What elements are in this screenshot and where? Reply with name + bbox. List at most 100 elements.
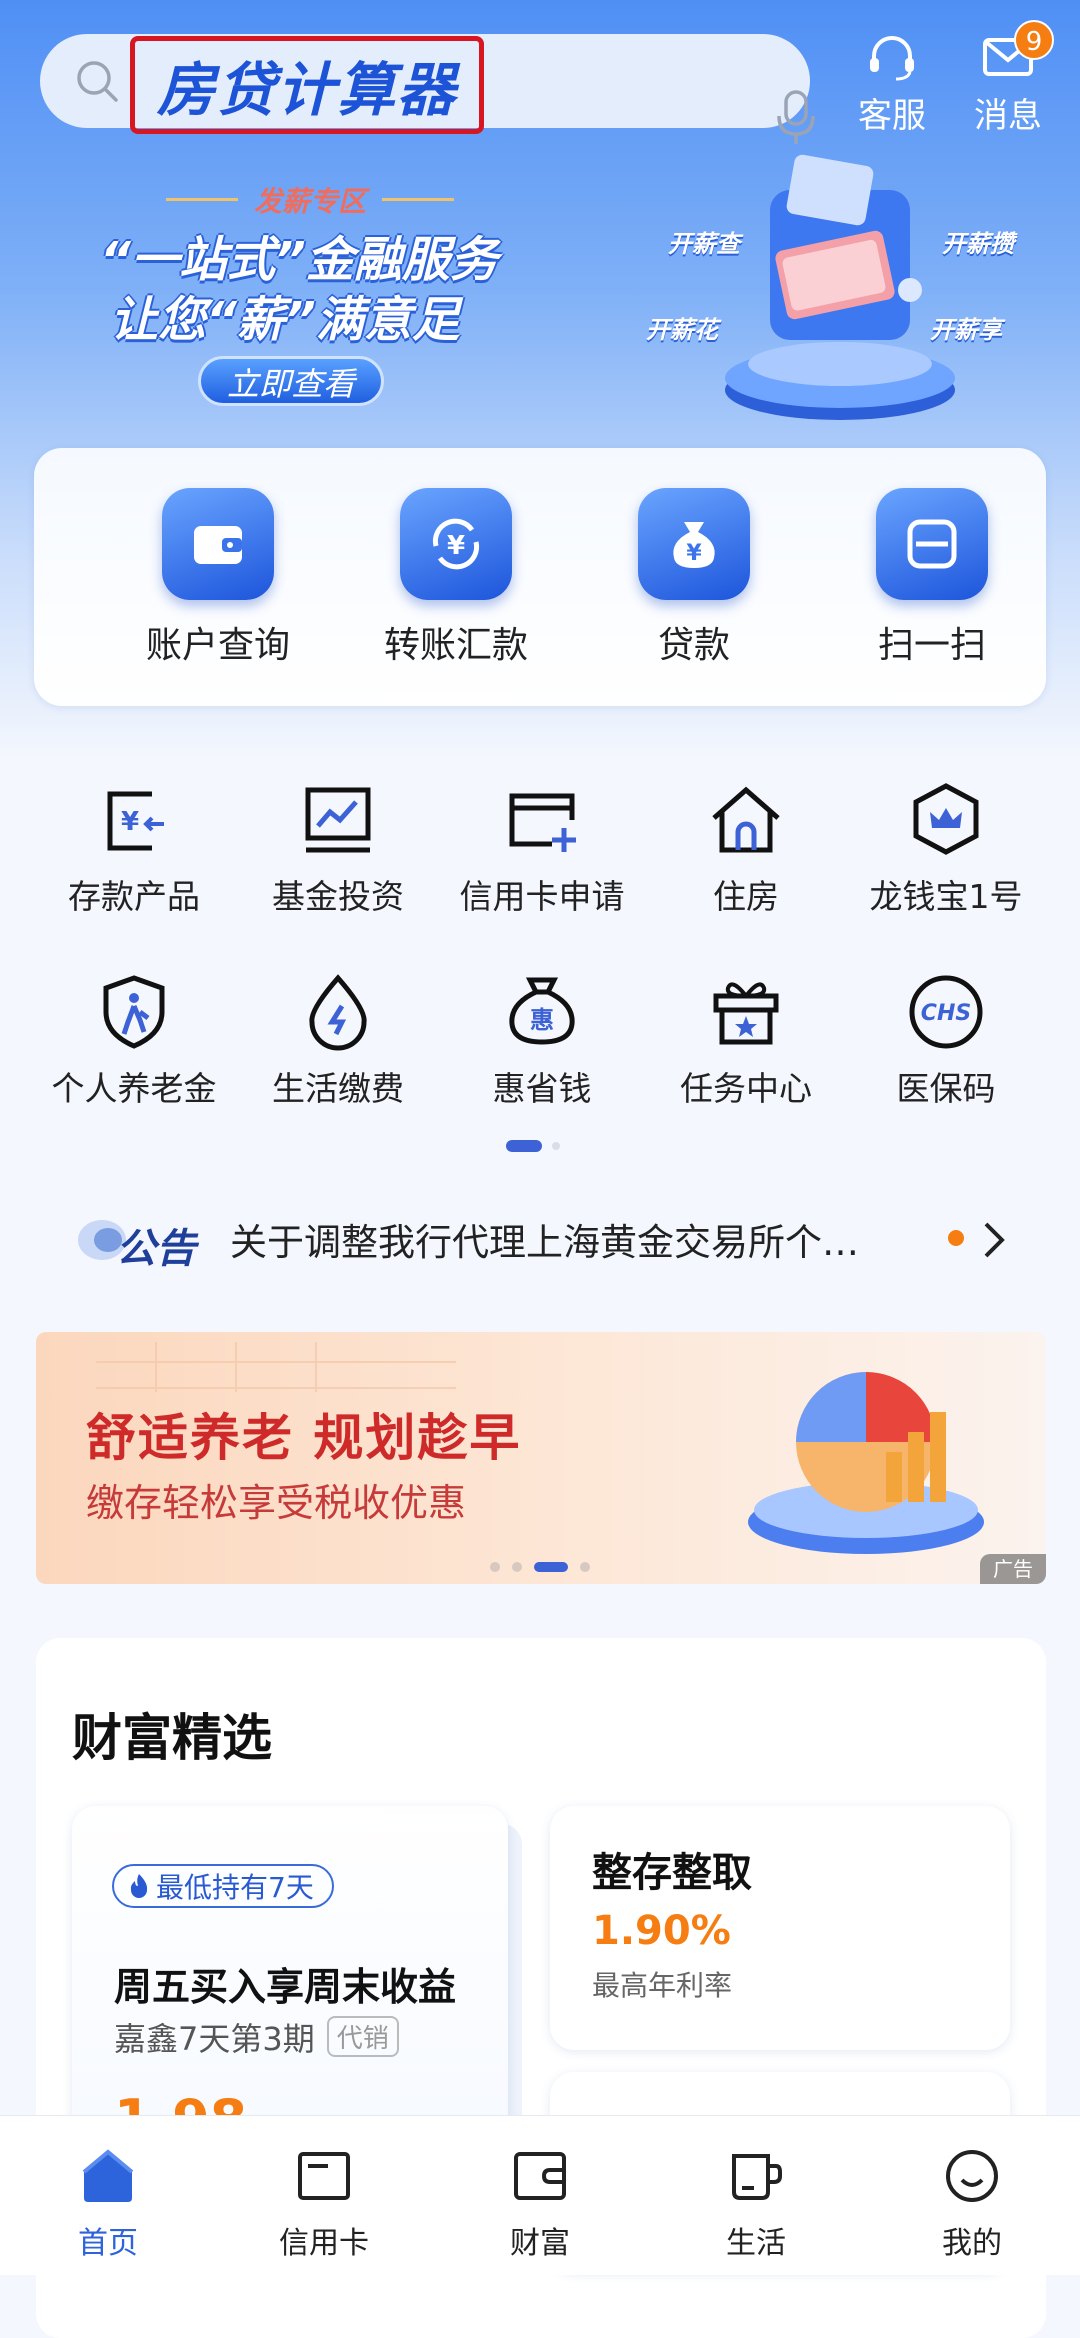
quick-account-query[interactable]: 账户查询 [118, 488, 318, 668]
message-count-badge: 9 [1014, 20, 1054, 60]
flame-icon [130, 1874, 148, 1898]
grid-label: 存款产品 [68, 877, 200, 916]
quick-label: 转账汇款 [383, 625, 528, 666]
quick-scan[interactable]: 扫一扫 [832, 488, 1032, 668]
ad-carousel-dot [580, 1562, 590, 1572]
wallet-label: 开薪查 [668, 230, 740, 258]
wallet-label: 开薪攒 [942, 230, 1014, 258]
smile-icon [946, 2150, 998, 2202]
grid-credit-card-apply[interactable]: 信用卡申请 [442, 780, 642, 918]
notice-bar[interactable]: 公告 关于调整我行代理上海黄金交易所个… [60, 1200, 1020, 1280]
grid-longqianbao[interactable]: 龙钱宝1号 [846, 780, 1046, 918]
wealth-title: 财富精选 [72, 1709, 272, 1767]
wealth-card-fixed-deposit[interactable]: 整存整取 1.90% 最高年利率 [550, 1806, 1010, 2050]
grid-personal-pension[interactable]: 个人养老金 [34, 972, 234, 1110]
cup-icon [732, 2154, 782, 2200]
holding-period-pill: 最低持有7天 [112, 1864, 334, 1908]
home-icon [82, 2149, 134, 2202]
notice-tag: 公告 [72, 1210, 202, 1272]
grid-utility-payment[interactable]: 生活缴费 [238, 972, 438, 1110]
wallet-icon [194, 526, 242, 564]
grid-label: 任务中心 [680, 1069, 812, 1108]
banner-tag: 发薪专区 [160, 180, 460, 220]
tab-label: 信用卡 [279, 2226, 369, 2261]
grid-label: 信用卡申请 [459, 877, 625, 916]
chevron-right-icon[interactable] [980, 1218, 1008, 1262]
messages-label: 消息 [974, 96, 1042, 136]
credit-card-add-icon [509, 793, 576, 852]
microphone-icon[interactable] [775, 90, 817, 146]
yuan-transfer-icon: ¥ [432, 518, 480, 570]
tab-label: 首页 [78, 2226, 138, 2261]
svg-text:惠: 惠 [530, 1006, 554, 1034]
elderly-shield-icon [103, 975, 165, 1049]
tab-life[interactable]: 生活 [676, 2148, 836, 2262]
ad-carousel-dot [490, 1562, 500, 1572]
grid-task-center[interactable]: 任务中心 [646, 972, 846, 1110]
grid-page-indicator [506, 1140, 566, 1152]
notice-unread-dot [948, 1230, 964, 1246]
search-keyword: 房贷计算器 [156, 56, 457, 124]
grid-label: 住房 [713, 877, 779, 916]
quick-transfer[interactable]: ¥ 转账汇款 [356, 488, 556, 668]
product-name: 嘉鑫7天第3期 [114, 2020, 315, 2058]
tab-label: 生活 [726, 2226, 786, 2261]
card-rate-label: 最高年利率 [592, 1969, 733, 2002]
wallet-outline-icon [514, 2152, 566, 2200]
svg-text:¥: ¥ [121, 807, 139, 837]
hui-bag-icon: 惠 [509, 977, 575, 1045]
gift-box-icon [713, 982, 779, 1045]
banner-headline-2: 让您“薪”满意足 [110, 292, 460, 348]
svg-text:¥: ¥ [447, 531, 465, 561]
ad-label: 广告 [980, 1554, 1046, 1584]
search-icon [77, 61, 118, 102]
grid-save-money[interactable]: 惠 惠省钱 [442, 972, 642, 1110]
grid-label: 龙钱宝1号 [869, 877, 1023, 916]
tab-credit-card[interactable]: 信用卡 [244, 2148, 404, 2262]
chs-badge-icon: CHS [909, 975, 983, 1049]
pill-label: 最低持有7天 [156, 1871, 314, 1904]
card-title: 整存整取 [592, 1850, 752, 1896]
money-bag-icon: ¥ [673, 522, 715, 568]
tab-label: 财富 [510, 2226, 570, 2261]
notice-tag-label: 公告 [116, 1226, 196, 1272]
grid-label: 惠省钱 [492, 1069, 592, 1108]
tab-label: 我的 [942, 2226, 1002, 2261]
grid-label: 医保码 [896, 1069, 996, 1108]
tab-wealth[interactable]: 财富 [460, 2148, 620, 2262]
banner-view-button[interactable]: 立即查看 [198, 356, 384, 406]
quick-actions-card: 账户查询 ¥ 转账汇款 ¥ 贷款 扫一扫 [34, 448, 1046, 706]
lightning-drop-icon [309, 974, 367, 1051]
headset-icon [870, 36, 914, 81]
grid-label: 个人养老金 [51, 1069, 217, 1108]
tab-home[interactable]: 首页 [28, 2148, 188, 2262]
house-icon [712, 786, 780, 853]
fund-chart-icon [305, 787, 371, 853]
card-icon [298, 2152, 350, 2200]
wallet-label: 开薪花 [646, 316, 718, 344]
quick-label: 扫一扫 [877, 625, 986, 666]
deposit-icon: ¥ [107, 791, 164, 851]
ad-carousel-dot [512, 1562, 522, 1572]
ad-subline: 缴存轻松享受税收优惠 [86, 1481, 467, 1525]
wallet-label: 开薪享 [930, 316, 1002, 344]
bottom-tab-bar: 首页 信用卡 财富 生活 我的 [0, 2115, 1080, 2275]
grid-deposit-products[interactable]: ¥ 存款产品 [34, 780, 234, 918]
customer-service-button[interactable]: 客服 [842, 32, 942, 137]
ad-headline: 舒适养老 规划趁早 [86, 1409, 522, 1467]
grid-fund-investment[interactable]: 基金投资 [238, 780, 438, 918]
quick-label: 账户查询 [145, 625, 290, 666]
grid-medical-insurance-code[interactable]: CHS 医保码 [846, 972, 1046, 1110]
svg-text:CHS: CHS [921, 1001, 971, 1026]
service-label: 客服 [858, 96, 926, 136]
search-keyword-highlight[interactable]: 房贷计算器 [130, 36, 484, 134]
tab-mine[interactable]: 我的 [892, 2148, 1052, 2262]
pension-ad-banner[interactable]: 舒适养老 规划趁早 缴存轻松享受税收优惠 广告 [36, 1332, 1046, 1584]
grid-housing[interactable]: 住房 [646, 780, 846, 918]
quick-loan[interactable]: ¥ 贷款 [594, 488, 794, 668]
grid-label: 基金投资 [272, 877, 404, 916]
card-subtitle: 嘉鑫7天第3期 代销 [114, 2014, 399, 2060]
scan-icon [907, 519, 957, 569]
grid-label: 生活缴费 [272, 1069, 404, 1108]
notice-text: 关于调整我行代理上海黄金交易所个… [230, 1221, 859, 1264]
